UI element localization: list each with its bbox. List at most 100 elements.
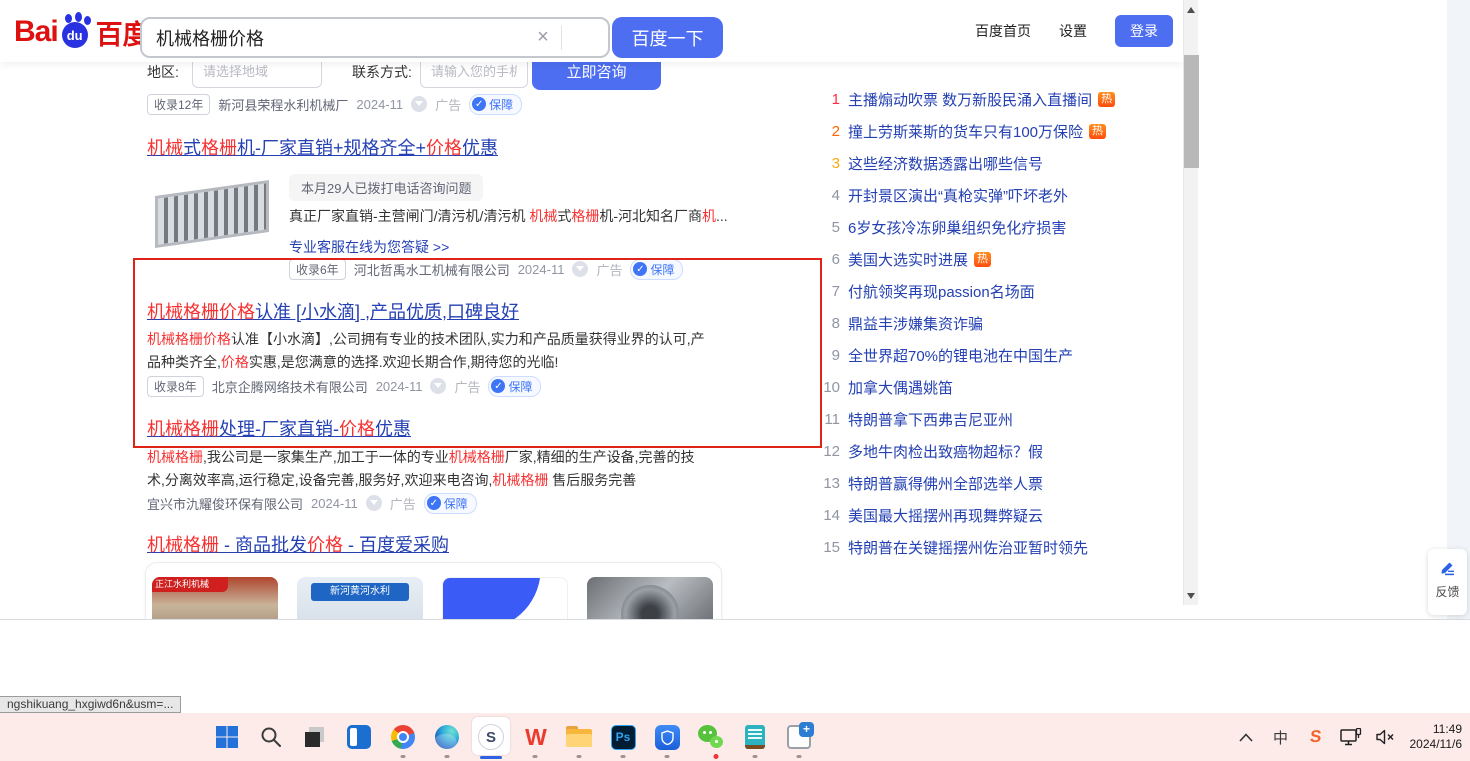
hot-title-link[interactable]: 加拿大偶遇姚笛 [848,377,953,398]
result-title-link[interactable]: 机械式格栅机-厂家直销+规格齐全+价格优惠 [147,136,498,160]
taskbar-app-layers[interactable] [293,713,337,761]
result-description: 机械格栅,我公司是一家集生产,加工于一体的专业机械格栅厂家,精细的生产设备,完善… [147,446,709,492]
hot-item[interactable]: 9 全世界超70%的锂电池在中国生产 [818,339,1128,371]
photoshop-icon: Ps [611,725,636,750]
hot-item[interactable]: 2撞上劳斯莱斯的货车只有100万保险热 [818,115,1128,147]
start-button[interactable] [205,713,249,761]
taskbar-notes-app[interactable] [733,713,777,761]
taskbar-wps[interactable]: W [513,713,557,761]
result-meta: 收录12年 新河县荣程水利机械厂 2024-11 广告 ✓保障 [147,94,522,114]
hot-title-link[interactable]: 开封景区演出“真枪实弹”吓坏老外 [848,185,1068,206]
check-icon: ✓ [633,262,647,276]
hot-item[interactable]: 1主播煽动吹票 数万新股民涌入直播间热 [818,83,1128,115]
scroll-down-arrow-icon[interactable] [1184,588,1199,603]
hot-item[interactable]: 14美国最大摇摆州再现舞弊疑云 [818,499,1128,531]
taskbar-file-explorer[interactable] [557,713,601,761]
hot-title-link[interactable]: 特朗普在关键摇摆州佐治亚暂时领先 [848,537,1088,558]
tray-clock[interactable]: 11:49 2024/11/6 [1408,717,1465,757]
hot-title-link[interactable]: 这些经济数据透露出哪些信号 [848,153,1043,174]
tray-network[interactable] [1338,717,1364,757]
search-results-column: 地区: 联系方式: 立即咨询 收录12年 新河县荣程水利机械厂 2024-11 … [147,0,827,620]
hot-title-link[interactable]: 特朗普赢得佛州全部选举人票 [848,473,1043,494]
result-title-link[interactable]: 机械格栅 - 商品批发价格 - 百度爱采购 [147,533,449,557]
chevron-down-icon[interactable] [411,96,427,112]
hot-title-link[interactable]: 特朗普拿下西弗吉尼亚州 [848,409,1013,430]
hot-item[interactable]: 5 6岁女孩冷冻卵巢组织免化疗损害 [818,211,1128,243]
taskbar-photoshop[interactable]: Ps [601,713,645,761]
taskbar-sogou-browser-active[interactable]: S [469,713,513,761]
region-label: 地区: [147,62,179,82]
secure-badge: ✓保障 [630,259,683,280]
hot-title-link[interactable]: 主播煽动吹票 数万新股民涌入直播间 [848,89,1092,110]
clear-icon[interactable]: × [525,26,561,49]
hot-rank: 9 [818,347,840,364]
hot-title-link[interactable]: 鼎益丰涉嫌集资诈骗 [848,313,983,334]
hot-badge: 热 [1098,92,1115,107]
hot-item[interactable]: 10加拿大偶遇姚笛 [818,371,1128,403]
hot-item[interactable]: 7付航领奖再现passion名场面 [818,275,1128,307]
taskbar-security-app[interactable] [645,713,689,761]
hot-item[interactable]: 13 特朗普赢得佛州全部选举人票 [818,467,1128,499]
result-title-link[interactable]: 机械格栅价格认准 [小水滴] ,产品优质,口碑良好 [147,300,519,324]
tray-sogou[interactable]: S [1303,717,1329,757]
indexed-years-badge: 收录6年 [289,259,346,280]
hot-item[interactable]: 15特朗普在关键摇摆州佐治亚暂时领先 [818,531,1128,563]
hot-item[interactable]: 11特朗普拿下西弗吉尼亚州 [818,403,1128,435]
hot-item[interactable]: 4开封景区演出“真枪实弹”吓坏老外 [818,179,1128,211]
hot-title-link[interactable]: 全世界超70%的锂电池在中国生产 [848,345,1073,366]
taskbar-search-button[interactable] [249,713,293,761]
hot-title-link[interactable]: 6岁女孩冷冻卵巢组织免化疗损害 [848,217,1066,238]
browser-viewport: 地区: 联系方式: 立即咨询 收录12年 新河县荣程水利机械厂 2024-11 … [0,0,1470,620]
vertical-scrollbar[interactable] [1183,0,1198,605]
product-image[interactable]: 新河黄河水利 [297,577,423,620]
chevron-down-icon[interactable] [430,378,446,394]
hot-title-link[interactable]: 多地牛肉检出致癌物超标？假 [848,441,1043,462]
tray-show-hidden-icons[interactable] [1233,717,1259,757]
nav-baidu-home[interactable]: 百度首页 [975,21,1031,41]
chevron-down-icon[interactable] [366,495,382,511]
feedback-button[interactable]: 反馈 [1428,549,1467,615]
chevron-down-icon[interactable] [572,261,588,277]
tray-date: 2024/11/6 [1410,737,1463,752]
company-name: 新河县荣程水利机械厂 [218,95,348,114]
product-image[interactable] [587,577,713,620]
product-image[interactable] [442,577,568,620]
result-thumbnail-image[interactable] [147,170,277,256]
result-meta: 收录6年 河北哲禹水工机械有限公司 2024-11 广告 ✓保障 [289,259,683,279]
chrome-icon [391,725,415,749]
result-title-link[interactable]: 机械格栅处理-厂家直销-价格优惠 [147,417,411,441]
hot-search-list: 1主播煽动吹票 数万新股民涌入直播间热 2撞上劳斯莱斯的货车只有100万保险热 … [818,83,1128,563]
baidu-search-button[interactable]: 百度一下 [612,17,723,58]
tray-ime-indicator[interactable]: 中 [1268,717,1294,757]
check-icon: ✓ [427,496,441,510]
taskbar-app-panel[interactable] [337,713,381,761]
windows-logo-icon [215,725,239,749]
hot-title-link[interactable]: 付航领奖再现passion名场面 [848,281,1035,302]
search-input[interactable] [142,27,525,48]
hot-item[interactable]: 6美国大选实时进展热 [818,243,1128,275]
taskbar-new-window-app[interactable]: + [777,713,821,761]
hot-title-link[interactable]: 撞上劳斯莱斯的货车只有100万保险 [848,121,1083,142]
scroll-up-arrow-icon[interactable] [1184,2,1199,17]
hot-rank: 13 [818,475,840,492]
blue-shape [442,577,548,620]
tray-volume[interactable] [1373,717,1399,757]
hot-item[interactable]: 3这些经济数据透露出哪些信号 [818,147,1128,179]
baidu-logo[interactable]: Bai du 百度 [14,11,150,53]
hot-rank: 5 [818,219,840,236]
taskbar-chrome[interactable] [381,713,425,761]
hot-title-link[interactable]: 美国大选实时进展 [848,249,968,270]
layers-icon [302,724,328,750]
customer-service-link[interactable]: 专业客服在线为您答疑 >> [289,237,449,257]
taskbar-wechat[interactable] [689,713,733,761]
login-button[interactable]: 登录 [1115,15,1173,47]
nav-settings[interactable]: 设置 [1059,21,1087,41]
check-icon: ✓ [472,97,486,111]
hot-title-link[interactable]: 美国最大摇摆州再现舞弊疑云 [848,505,1043,526]
scrollbar-thumb[interactable] [1184,55,1199,168]
hot-item[interactable]: 8鼎益丰涉嫌集资诈骗 [818,307,1128,339]
taskbar-edge[interactable] [425,713,469,761]
hot-item[interactable]: 12多地牛肉检出致癌物超标？假 [818,435,1128,467]
logo-text-bai: Bai [14,15,58,49]
product-image[interactable]: 正江水利机械 [152,577,278,620]
